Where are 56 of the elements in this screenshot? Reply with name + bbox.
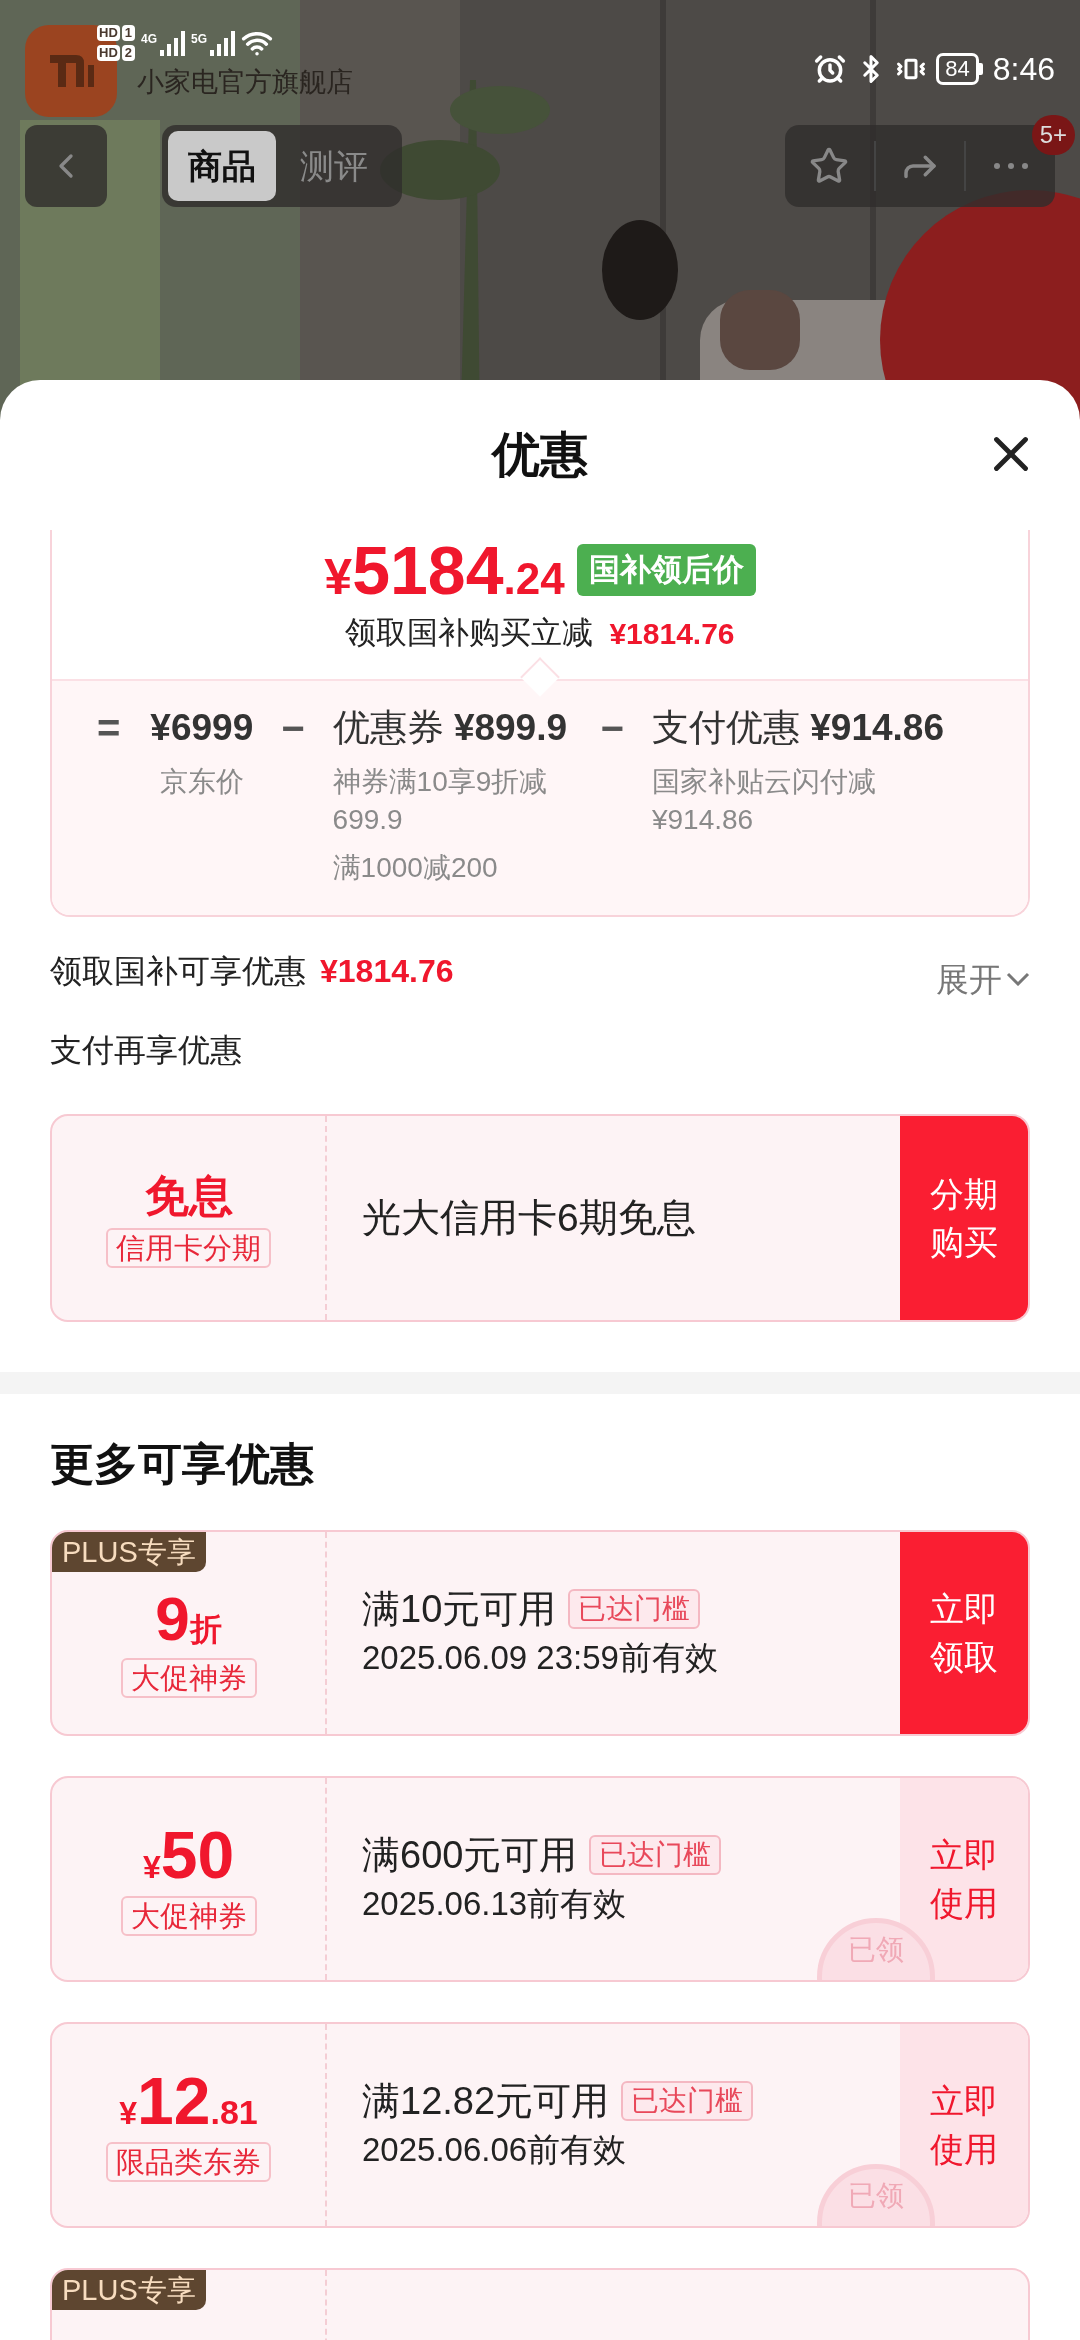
- coupon-validity: 2025.06.13前有效: [362, 1884, 628, 1924]
- coupon-type-tag: 限品类东券: [106, 2142, 271, 2182]
- coupon-condition: 满12.82元可用: [362, 2079, 610, 2124]
- coupon-value: 9折: [155, 1588, 222, 1650]
- plus-badge: PLUS专享: [52, 1532, 206, 1572]
- chevron-down-icon: [1006, 972, 1030, 987]
- threshold-tag: 已达门槛: [621, 2081, 754, 2121]
- threshold-tag: 已达门槛: [568, 1589, 701, 1629]
- section-heading: 更多可享优惠: [49, 1438, 315, 1490]
- price-tag: 国补领后价: [576, 544, 756, 596]
- sheet-title: 优惠: [492, 427, 588, 483]
- back-button[interactable]: [25, 125, 107, 207]
- coupon-validity: 2025.06.09 23:59前有效: [362, 1638, 719, 1678]
- operator-sign: −: [600, 704, 624, 752]
- offer-description: 光大信用卡6期免息: [362, 1194, 696, 1241]
- subsidy-amount: ¥1814.76: [320, 952, 454, 992]
- signal-icon: [209, 30, 236, 56]
- coupon-value: ¥50: [142, 1822, 235, 1888]
- coupon-condition: 满600元可用: [362, 1833, 578, 1878]
- offer-tag: 信用卡分期: [106, 1228, 271, 1268]
- sim-label: HD: [97, 45, 120, 61]
- subsidy-label: 领取国补可享优惠: [50, 952, 306, 992]
- expand-toggle[interactable]: 展开: [936, 954, 1030, 1004]
- payment-heading: 支付再享优惠: [49, 1031, 243, 1070]
- star-icon: [809, 146, 850, 186]
- component-note: 国家补贴云闪付减¥914.86: [651, 764, 877, 837]
- discount-note: 领取国补购买立减: [345, 614, 594, 652]
- installment-button[interactable]: 分期购买: [900, 1116, 1028, 1320]
- final-price: ¥5184.24: [324, 536, 565, 604]
- coupon-action-button[interactable]: 立即领取: [900, 1532, 1028, 1734]
- tab[interactable]: 商品: [168, 131, 276, 201]
- coupon-type-tag: 大促神券: [120, 1658, 257, 1698]
- coupon-condition: 满10元可用: [362, 1587, 557, 1632]
- network-label: 5G: [191, 31, 208, 48]
- plus-badge: PLUS专享: [52, 2270, 206, 2310]
- operator-sign: =: [97, 704, 121, 752]
- price-component: ¥6999: [150, 705, 254, 750]
- coupon-value: ¥12.81: [119, 2068, 258, 2134]
- tab[interactable]: 测评: [286, 131, 382, 201]
- signal-icon: [159, 30, 186, 56]
- coupon-type-tag: 大促神券: [120, 1896, 257, 1936]
- alarm-icon: [814, 53, 847, 85]
- operator-sign: −: [281, 704, 305, 752]
- price-component: 优惠券 ¥899.9: [332, 705, 568, 750]
- network-label: 4G: [141, 31, 158, 48]
- component-note: 京东价: [159, 764, 244, 799]
- price-component: 支付优惠 ¥914.86: [651, 705, 944, 750]
- clock-time: 8:46: [992, 50, 1055, 89]
- more-icon: [993, 163, 1028, 169]
- sim-label: HD: [97, 25, 120, 41]
- offer-title: 免息: [144, 1170, 233, 1222]
- component-note: 神券满10享9折减699.9: [332, 764, 549, 837]
- discount-amount: ¥1814.76: [609, 615, 735, 652]
- threshold-tag: 已达门槛: [589, 1835, 722, 1875]
- coupon-validity: 2025.06.06前有效: [362, 2130, 628, 2170]
- component-note: 满1000减200: [332, 850, 498, 885]
